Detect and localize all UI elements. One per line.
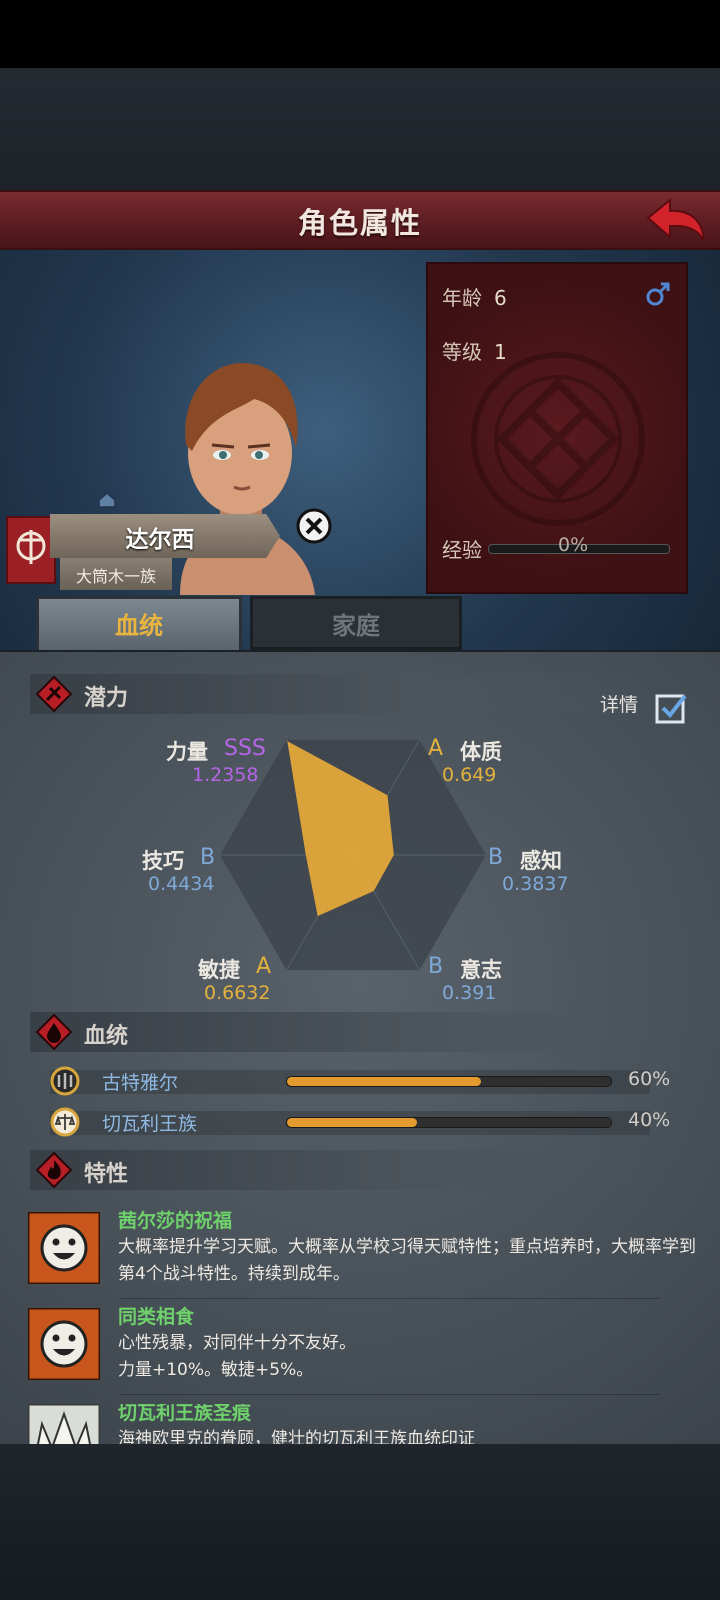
trait-name: 茜尔莎的祝福: [118, 1210, 233, 1232]
trait-desc: 大概率提升学习天赋。大概率从学校习得天赋特性；重点培养时，大概率学到第4个战斗特…: [118, 1237, 696, 1284]
bloodline-percent: 40%: [628, 1109, 671, 1131]
stats-panel: 年龄 6 等级 1 经验 0%: [426, 262, 688, 594]
radar-stat-value: 0.3837: [502, 873, 569, 895]
level-row: 等级 1: [442, 336, 507, 365]
trait-desc: 海神欧里克的眷顾，健壮的切瓦利王族血统印证: [118, 1429, 475, 1446]
celtic-knot-emblem: [471, 352, 645, 526]
radar-stat-grade: A: [256, 954, 272, 979]
radar-stat-label: 体质: [460, 740, 502, 764]
bloodline-row: 古特雅尔 60%: [50, 1066, 690, 1096]
potential-radar-chart: [220, 739, 486, 971]
radar-stat-grade: SSS: [224, 736, 266, 761]
home-marker-icon: [98, 492, 116, 508]
potential-section-header: 潜力: [30, 674, 660, 714]
bloodline-percent: 60%: [628, 1068, 671, 1090]
bloodline-name: 切瓦利王族: [102, 1113, 198, 1135]
exp-value: 0%: [558, 534, 589, 556]
tab-family[interactable]: 家庭: [250, 596, 462, 650]
trait-desc-line: 心性残暴，对同伴十分不友好。: [118, 1333, 356, 1353]
radar-stat-grade: A: [428, 736, 444, 761]
page-title: 角色属性: [297, 206, 422, 240]
character-clan: 大筒木一族: [75, 567, 156, 586]
level-label: 等级: [442, 340, 482, 364]
smiley-face-icon: [28, 1308, 100, 1380]
radar-stat-label: 力量: [166, 740, 208, 764]
bottom-area: [0, 1444, 720, 1600]
trait-desc-line: 力量+10%。敏捷+5%。: [118, 1360, 314, 1380]
age-label: 年龄: [442, 286, 482, 310]
trait-desc: 心性残暴，对同伴十分不友好。 力量+10%。敏捷+5%。: [118, 1330, 708, 1384]
radar-stat-value: 0.4434: [148, 873, 215, 895]
level-value: 1: [494, 340, 507, 364]
exp-label: 经验: [442, 538, 482, 562]
potential-label: 潜力: [84, 686, 129, 711]
name-plate: 达尔西 大筒木一族: [0, 512, 290, 598]
tab-bloodline[interactable]: 血统: [36, 596, 242, 650]
radar-stat-label: 技巧: [142, 849, 184, 873]
close-icon[interactable]: [296, 508, 332, 544]
crown-spikes-icon: [28, 1404, 100, 1446]
title-bar: 角色属性: [0, 190, 720, 250]
back-arrow-icon[interactable]: [644, 196, 706, 246]
radar-stat-grade: B: [428, 954, 444, 979]
radar-stat-value: 0.6632: [204, 982, 271, 1004]
radar-stat-label: 敏捷: [198, 958, 240, 982]
trait-item[interactable]: 茜尔莎的祝福 大概率提升学习天赋。大概率从学校习得天赋特性；重点培养时，大概率学…: [28, 1210, 696, 1292]
bloodline-section-header: 血统: [30, 1012, 660, 1052]
smiley-face-icon: [28, 1212, 100, 1284]
top-dark-area: [0, 68, 720, 190]
traits-section-header: 特性: [30, 1150, 660, 1190]
age-value: 6: [494, 286, 507, 310]
trait-item[interactable]: 同类相食 心性残暴，对同伴十分不友好。 力量+10%。敏捷+5%。: [28, 1306, 688, 1388]
radar-stat-value: 0.391: [442, 982, 497, 1004]
detail-checkbox[interactable]: [655, 692, 687, 724]
flame-icon: [36, 1152, 72, 1188]
tribal-crest-icon: [50, 1066, 80, 1096]
status-bar-area: [0, 0, 720, 68]
radar-stat-grade: B: [488, 845, 504, 870]
radar-stat-value: 1.2358: [192, 764, 259, 786]
radar-stat-value: 0.649: [442, 764, 497, 786]
detail-label: 详情: [599, 694, 638, 716]
tab-bar: 血统 家庭: [0, 596, 720, 654]
potential-diamond-icon: [36, 676, 72, 712]
character-name: 达尔西: [125, 527, 195, 553]
bloodline-label: 血统: [84, 1024, 129, 1049]
blood-drop-icon: [36, 1014, 72, 1050]
bloodline-row: 切瓦利王族 40%: [50, 1107, 690, 1137]
bloodline-name: 古特雅尔: [102, 1072, 179, 1094]
traits-label: 特性: [84, 1162, 129, 1187]
clan-banner-icon: [6, 516, 56, 584]
trait-item[interactable]: 切瓦利王族圣痕 海神欧里克的眷顾，健壮的切瓦利王族血统印证: [28, 1404, 688, 1446]
scales-crest-icon: [50, 1107, 80, 1137]
radar-stat-grade: B: [200, 845, 216, 870]
radar-stat-label: 意志: [460, 958, 502, 982]
radar-stat-label: 感知: [520, 849, 562, 873]
trait-name: 同类相食: [118, 1306, 195, 1328]
age-row: 年龄 6: [442, 282, 507, 311]
bloodline-bar: [286, 1117, 612, 1128]
trait-name: 切瓦利王族圣痕: [118, 1404, 252, 1424]
bloodline-bar: [286, 1076, 612, 1087]
male-gender-icon: [646, 282, 670, 306]
